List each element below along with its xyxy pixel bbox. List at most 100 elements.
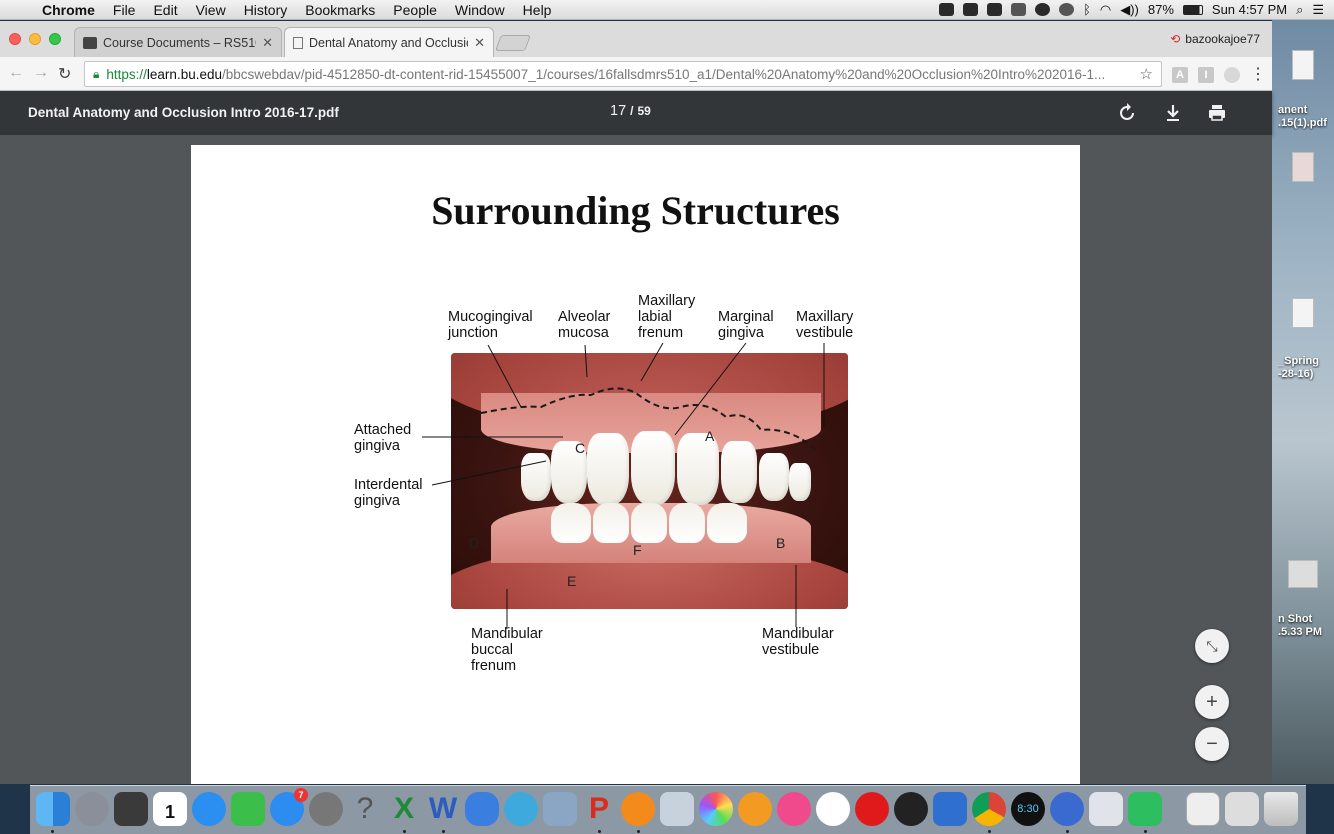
excel-icon[interactable]: X [387,792,421,826]
bluetooth-icon[interactable]: ᛒ [1083,2,1091,17]
pdf-viewport[interactable]: Surrounding Structures Mucogingival junc… [0,135,1272,784]
tab-strip: Course Documents – RS510 A ✕ Dental Anat… [0,21,1272,57]
notification-status-icon[interactable] [1035,3,1051,16]
list-app-icon[interactable] [933,792,967,826]
address-bar[interactable]: 🔒︎ https:// learn.bu.edu /bbcswebdav/pid… [84,61,1162,87]
notification-center-icon[interactable]: ☰ [1312,2,1324,18]
evernote-icon[interactable] [1128,792,1162,826]
help-question-icon[interactable]: ? [348,792,382,826]
preview-icon[interactable] [660,792,694,826]
profile-button[interactable]: ⟲ bazookajoe77 [1170,32,1260,46]
menu-edit[interactable]: Edit [144,2,186,18]
battery-percent[interactable]: 87% [1148,2,1174,17]
desktop-file-pdf[interactable] [1278,50,1328,80]
menu-bookmarks[interactable]: Bookmarks [296,2,384,18]
volume-icon[interactable]: ◀)) [1120,2,1139,18]
extension-a-icon[interactable]: A [1172,67,1188,83]
menubar-clock[interactable]: Sun 4:57 PM [1212,2,1287,17]
bookmark-star-icon[interactable]: ☆ [1132,65,1161,83]
current-page-input[interactable]: 17 [610,103,626,119]
forward-arrow-icon[interactable]: → [33,64,49,82]
close-tab-icon[interactable]: ✕ [262,35,273,51]
system-preferences-icon[interactable] [309,792,343,826]
documents-stack-icon[interactable] [1186,792,1220,826]
paintbrush-icon[interactable] [1089,792,1123,826]
minimize-window-button[interactable] [29,33,41,45]
photos-icon[interactable] [699,792,733,826]
network-globe-icon[interactable] [504,792,538,826]
extension-i-icon[interactable]: I [1198,67,1214,83]
time-machine-icon[interactable] [1059,3,1075,16]
skull-app-icon[interactable] [894,792,928,826]
finder-icon[interactable] [36,792,70,826]
label-mucogingival-junction: Mucogingival junction [448,309,533,341]
camera-status-icon[interactable] [987,3,1003,16]
document-icon [1292,152,1314,182]
pdf-toolbar: Dental Anatomy and Occlusion Intro 2016-… [0,91,1272,135]
app-status-icon[interactable] [963,3,979,16]
secure-lock-icon[interactable]: 🔒︎ [93,67,99,82]
facetime-icon[interactable] [231,792,265,826]
opera-icon[interactable] [855,792,889,826]
zoom-out-button[interactable]: − [1195,727,1229,761]
print-icon[interactable] [1205,101,1229,125]
label-maxillary-labial-frenum: Maxillary labial frenum [638,293,696,341]
blackboard-favicon-icon [83,36,97,49]
menu-view[interactable]: View [187,2,235,18]
zoom-in-button[interactable]: + [1195,685,1229,719]
chrome-menu-icon[interactable]: ⋮ [1250,64,1266,84]
menu-file[interactable]: File [104,2,145,18]
download-icon[interactable] [1161,101,1185,125]
desktop-screenshot[interactable] [1278,560,1328,588]
reload-icon[interactable]: ↻ [58,64,71,84]
desktop-file-label-1[interactable]: anent .15(1).pdf [1278,104,1328,130]
menu-people[interactable]: People [384,2,446,18]
download-extension-icon[interactable] [1224,67,1240,83]
desktop-file-label-2[interactable]: _Spring -28-16) [1278,355,1328,381]
launchpad-icon[interactable] [75,792,109,826]
shield-status-icon[interactable] [1011,3,1027,16]
back-arrow-icon[interactable]: ← [8,64,24,82]
fit-to-page-button[interactable]: ⤡ [1195,629,1229,663]
powerpoint-icon[interactable]: P [582,792,616,826]
battery-icon[interactable] [1182,4,1203,15]
menu-history[interactable]: History [235,2,297,18]
spotlight-search-icon[interactable]: ⌕ [1296,2,1303,18]
document-icon [1292,50,1314,80]
ibooks-icon[interactable] [738,792,772,826]
mac-menu-bar: Chrome File Edit View History Bookmarks … [0,0,1334,20]
tab-course-documents[interactable]: Course Documents – RS510 A ✕ [74,27,282,57]
close-window-button[interactable] [9,33,21,45]
word-icon[interactable]: W [426,792,460,826]
menu-window[interactable]: Window [446,2,514,18]
contacts-icon[interactable] [465,792,499,826]
wifi-icon[interactable]: ◠ [1100,2,1111,18]
calendar-icon[interactable]: 1 [153,792,187,826]
tab-dental-anatomy[interactable]: Dental Anatomy and Occlusion ✕ [284,27,494,57]
clock-app-icon[interactable]: 8:30 [1011,792,1045,826]
firefox-icon[interactable] [621,792,655,826]
mac-dock: 1 7 ? X W P 8:30 [30,785,1306,834]
document-favicon-icon [293,36,303,49]
chrome-icon[interactable] [972,792,1006,826]
messages-icon[interactable] [192,792,226,826]
evernote-status-icon[interactable] [939,3,955,16]
steam-icon[interactable] [1050,792,1084,826]
activity-monitor-icon[interactable] [114,792,148,826]
app-store-icon[interactable]: 7 [270,788,308,826]
screenshot-thumbnail-icon [1288,560,1318,588]
menu-help[interactable]: Help [514,2,561,18]
rotate-icon[interactable] [1115,101,1139,125]
menu-app-chrome[interactable]: Chrome [34,2,104,18]
desktop-file-red[interactable] [1278,152,1328,182]
image-viewer-icon[interactable] [543,792,577,826]
desktop-file-label-3[interactable]: n Shot .5.33 PM [1278,613,1328,639]
dictionary-icon[interactable] [816,792,850,826]
itunes-icon[interactable] [777,792,811,826]
downloads-stack-icon[interactable] [1225,792,1259,826]
close-tab-icon[interactable]: ✕ [474,35,485,51]
zoom-window-button[interactable] [49,33,61,45]
trash-icon[interactable] [1264,792,1298,826]
new-tab-button[interactable] [495,35,531,51]
desktop-file-spring[interactable] [1278,298,1328,328]
